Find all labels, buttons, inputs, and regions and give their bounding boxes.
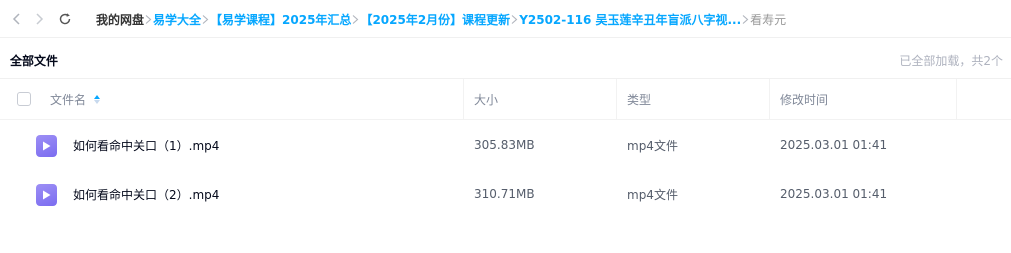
- page-title: 全部文件: [10, 54, 59, 68]
- breadcrumb-separator-icon: [145, 14, 152, 24]
- column-divider: [769, 79, 770, 120]
- file-modified: 2025.03.01 01:41: [780, 187, 888, 201]
- breadcrumb-separator-icon: [511, 14, 518, 24]
- table-row[interactable]: 如何看命中关口（1）.mp4 305.83MB mp4文件 2025.03.01…: [0, 121, 1011, 169]
- column-header-size-label: 大小: [474, 93, 499, 107]
- file-list-header: 全部文件 已全部加载，共2个: [0, 38, 1011, 79]
- column-divider: [616, 79, 617, 120]
- breadcrumb-item-2025-summary[interactable]: 【易学课程】2025年汇总: [210, 11, 351, 28]
- file-size: 305.83MB: [474, 138, 535, 152]
- breadcrumb-item-course-folder[interactable]: Y2502-116 吴玉莲辛丑年盲派八字视...: [519, 11, 741, 28]
- file-name[interactable]: 如何看命中关口（2）.mp4: [73, 170, 219, 218]
- forward-button[interactable]: [30, 10, 48, 28]
- table-row[interactable]: 如何看命中关口（2）.mp4 310.71MB mp4文件 2025.03.01…: [0, 170, 1011, 218]
- top-navigation-bar: 我的网盘 易学大全 【易学课程】2025年汇总 【2025年2月份】课程更新 Y…: [0, 0, 1011, 38]
- column-header-size[interactable]: 大小: [474, 79, 498, 120]
- load-status-text: 已全部加载，共2个: [899, 54, 1003, 68]
- breadcrumb-item-my-drive[interactable]: 我的网盘: [96, 11, 144, 28]
- breadcrumb: 我的网盘 易学大全 【易学课程】2025年汇总 【2025年2月份】课程更新 Y…: [96, 11, 786, 27]
- column-header-name-label: 文件名: [50, 93, 87, 107]
- file-modified: 2025.03.01 01:41: [780, 138, 888, 152]
- back-button[interactable]: [8, 10, 26, 28]
- column-header-name[interactable]: 文件名: [50, 79, 101, 120]
- chevron-right-icon: [36, 13, 44, 25]
- column-header-modified-label: 修改时间: [780, 93, 829, 107]
- column-divider: [463, 79, 464, 120]
- breadcrumb-separator-icon: [202, 14, 209, 24]
- breadcrumb-item-current: 看寿元: [750, 12, 787, 27]
- file-size: 310.71MB: [474, 187, 535, 201]
- table-header: 文件名 大小 类型 修改时间: [0, 79, 1011, 120]
- column-divider: [956, 79, 957, 120]
- refresh-icon: [59, 13, 71, 25]
- video-file-icon: [36, 135, 57, 157]
- breadcrumb-separator-icon: [352, 14, 359, 24]
- file-type: mp4文件: [627, 138, 678, 153]
- chevron-left-icon: [12, 13, 20, 25]
- breadcrumb-item-feb-update[interactable]: 【2025年2月份】课程更新: [360, 11, 510, 28]
- sort-ascending-icon[interactable]: [94, 95, 101, 104]
- refresh-button[interactable]: [56, 10, 74, 28]
- select-all-checkbox[interactable]: [17, 92, 31, 106]
- video-file-icon: [36, 184, 57, 206]
- breadcrumb-item-yixue-daquan[interactable]: 易学大全: [153, 11, 201, 28]
- file-type: mp4文件: [627, 187, 678, 202]
- breadcrumb-separator-icon: [742, 14, 749, 24]
- file-name[interactable]: 如何看命中关口（1）.mp4: [73, 121, 219, 169]
- column-header-type-label: 类型: [627, 93, 652, 107]
- column-header-modified[interactable]: 修改时间: [780, 79, 828, 120]
- column-header-type[interactable]: 类型: [627, 79, 651, 120]
